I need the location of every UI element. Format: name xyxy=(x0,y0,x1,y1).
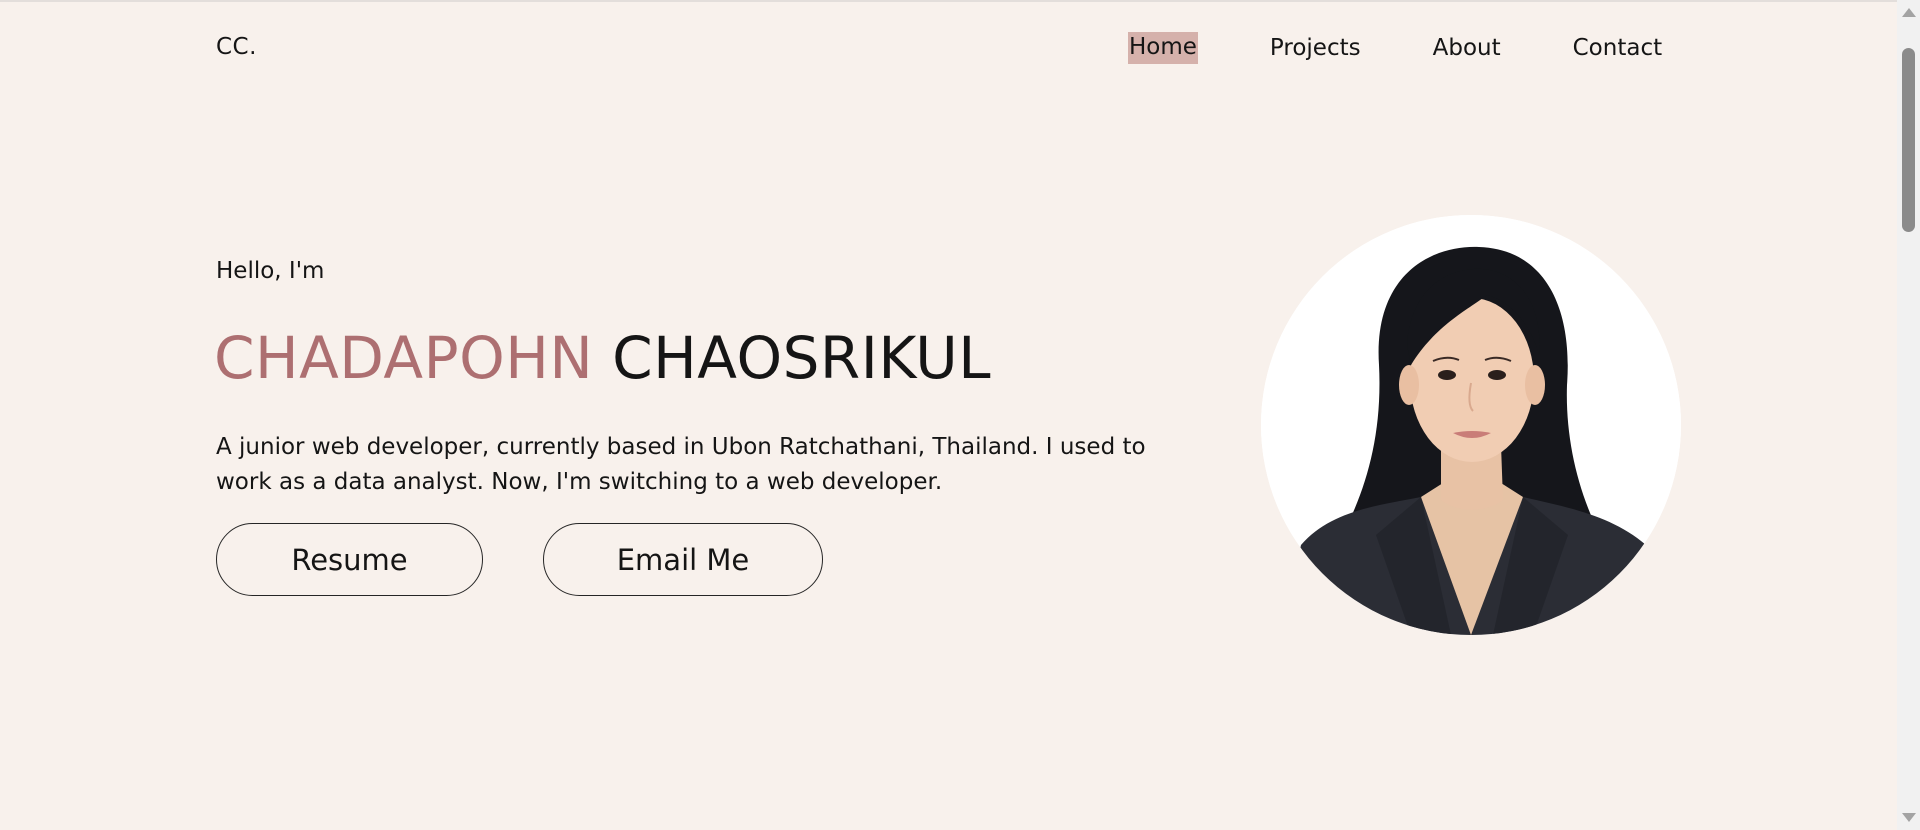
nav-item-about[interactable]: About xyxy=(1433,32,1501,64)
hero-name: CHADAPOHN CHAOSRIKUL xyxy=(214,324,991,392)
vertical-scrollbar[interactable] xyxy=(1897,0,1920,830)
nav-item-home[interactable]: Home xyxy=(1128,32,1198,64)
scrollbar-thumb[interactable] xyxy=(1902,48,1915,232)
profile-photo-illustration xyxy=(1261,215,1681,635)
profile-photo xyxy=(1261,215,1681,635)
nav-item-projects[interactable]: Projects xyxy=(1270,32,1361,64)
site-logo[interactable]: CC. xyxy=(216,34,257,60)
nav-item-contact[interactable]: Contact xyxy=(1573,32,1662,64)
hero-bio: A junior web developer, currently based … xyxy=(216,434,1146,495)
hero-last-name: CHAOSRIKUL xyxy=(612,324,992,392)
email-me-button[interactable]: Email Me xyxy=(543,523,823,596)
scroll-up-arrow-icon[interactable] xyxy=(1902,8,1916,17)
resume-button[interactable]: Resume xyxy=(216,523,483,596)
hero-greeting: Hello, I'm xyxy=(216,258,325,284)
main-nav: Home Projects About Contact xyxy=(1128,32,1662,64)
hero-first-name: CHADAPOHN xyxy=(214,324,594,392)
scroll-down-arrow-icon[interactable] xyxy=(1902,813,1916,822)
page: CC. Home Projects About Contact Hello, I… xyxy=(0,0,1897,830)
